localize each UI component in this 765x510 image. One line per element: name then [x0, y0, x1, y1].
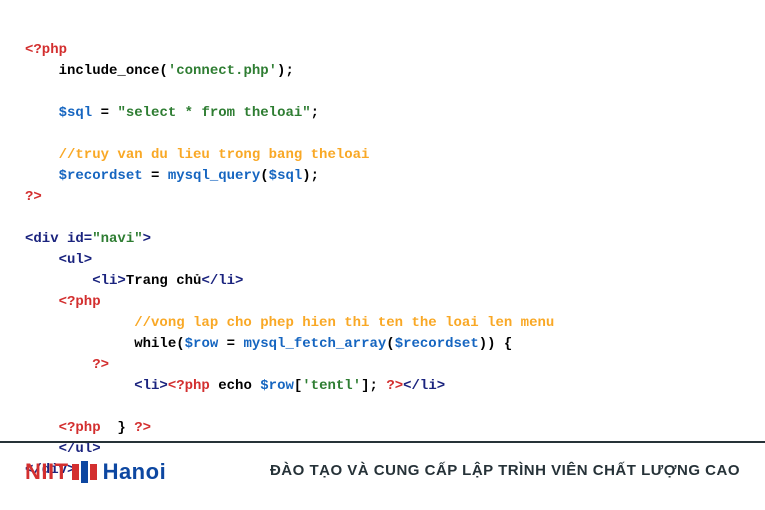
php-open-tag: <?php	[25, 420, 101, 436]
php-code-block: <?php include_once('connect.php'); $sql …	[0, 0, 765, 501]
footer-bar: NIIT Hanoi ĐÀO TẠO VÀ CUNG CẤP LẬP TRÌNH…	[0, 441, 765, 488]
code-text: =	[92, 105, 117, 121]
php-function: mysql_fetch_array	[243, 336, 386, 352]
code-text: );	[277, 63, 294, 79]
html-tag: <li>	[25, 273, 126, 289]
code-text: =	[143, 168, 168, 184]
html-tag: </li>	[201, 273, 243, 289]
code-text: );	[302, 168, 319, 184]
php-close-tag: ?>	[25, 357, 109, 373]
php-function: mysql_query	[168, 168, 260, 184]
code-text: }	[101, 420, 135, 436]
html-text: Trang chủ	[126, 273, 202, 289]
logo-mark-icon	[71, 461, 101, 483]
php-string: 'connect.php'	[168, 63, 277, 79]
code-text: ;	[311, 105, 319, 121]
html-tag: </li>	[403, 378, 445, 394]
php-variable: $row	[185, 336, 219, 352]
html-tag: >	[143, 231, 151, 247]
code-text: (	[260, 168, 268, 184]
php-close-tag: ?>	[25, 189, 42, 205]
php-variable: $sql	[269, 168, 303, 184]
php-string: "select * from theloai"	[117, 105, 310, 121]
php-close-tag: ?>	[134, 420, 151, 436]
html-tag: <ul>	[25, 252, 92, 268]
php-comment: //vong lap cho phep hien thi ten the loa…	[25, 315, 554, 331]
code-text: (	[386, 336, 394, 352]
html-attr-value: "navi"	[92, 231, 142, 247]
php-variable: $recordset	[395, 336, 479, 352]
php-close-tag: ?>	[386, 378, 403, 394]
php-open-tag: <?php	[25, 294, 101, 310]
footer-tagline: ĐÀO TẠO VÀ CUNG CẤP LẬP TRÌNH VIÊN CHẤT …	[270, 460, 740, 483]
code-text: include_once(	[25, 63, 168, 79]
logo-niit-text: NIIT	[25, 455, 69, 488]
code-text: =	[218, 336, 243, 352]
php-open-tag: <?php	[25, 42, 67, 58]
html-tag: <div id=	[25, 231, 92, 247]
code-text: echo	[210, 378, 260, 394]
php-variable: $recordset	[25, 168, 143, 184]
html-tag: <li>	[25, 378, 168, 394]
brand-logo: NIIT Hanoi	[25, 455, 166, 488]
php-variable: $row	[260, 378, 294, 394]
code-text: while(	[25, 336, 185, 352]
code-text: )) {	[479, 336, 513, 352]
php-comment: //truy van du lieu trong bang theloai	[25, 147, 369, 163]
code-text: ];	[361, 378, 386, 394]
php-variable: $sql	[25, 105, 92, 121]
logo-hanoi-text: Hanoi	[103, 455, 167, 488]
php-open-tag: <?php	[168, 378, 210, 394]
php-string: 'tentl'	[302, 378, 361, 394]
